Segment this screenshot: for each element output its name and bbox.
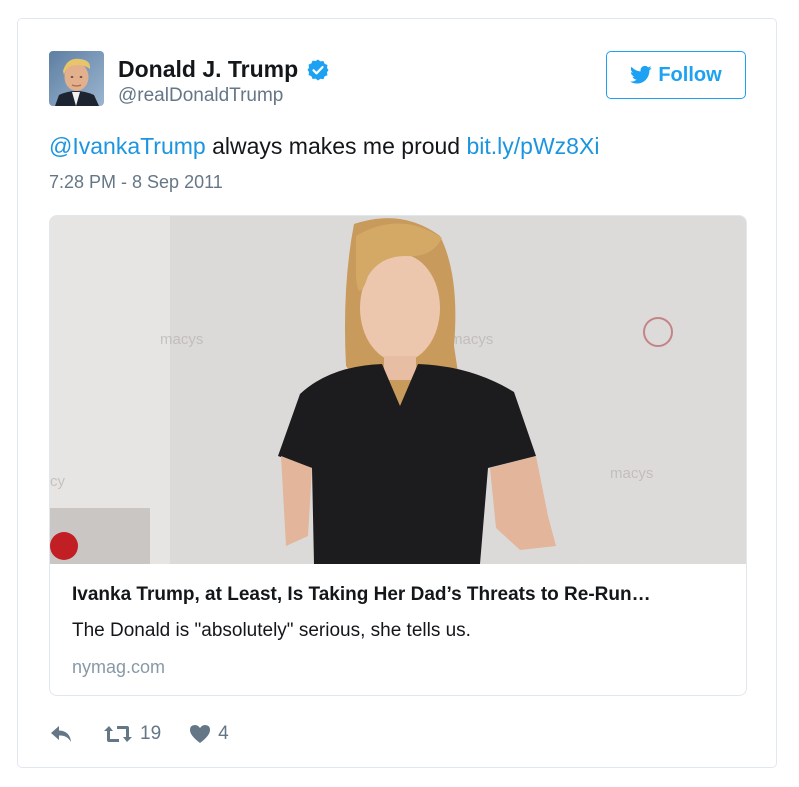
svg-text:macys: macys <box>160 331 203 348</box>
card-description: The Donald is "absolutely" serious, she … <box>72 620 471 641</box>
verified-badge-icon <box>307 59 329 80</box>
heart-icon <box>190 725 211 743</box>
tweet-actions: 19 4 <box>49 719 229 749</box>
like-count: 4 <box>218 723 229 744</box>
svg-text:macys: macys <box>610 465 653 482</box>
tweet-text: @IvankaTrump always makes me proud bit.l… <box>49 133 599 160</box>
retweet-button[interactable]: 19 <box>103 723 161 745</box>
avatar-image <box>49 51 104 106</box>
like-button[interactable]: 4 <box>189 723 229 745</box>
tweet-timestamp[interactable]: 7:28 PM - 8 Sep 2011 <box>49 172 223 193</box>
retweet-icon <box>104 726 132 742</box>
display-name[interactable]: Donald J. Trump <box>118 56 330 83</box>
user-handle[interactable]: @realDonaldTrump <box>118 85 283 107</box>
link-card[interactable]: macys macys macys cy Ivanka Trump, at Le… <box>49 215 747 696</box>
card-title[interactable]: Ivanka Trump, at Least, Is Taking Her Da… <box>72 584 732 606</box>
display-name-text: Donald J. Trump <box>118 56 299 82</box>
follow-button[interactable]: Follow <box>606 51 746 99</box>
reply-button[interactable] <box>49 724 73 744</box>
svg-text:cy: cy <box>50 473 66 490</box>
card-domain: nymag.com <box>72 657 166 677</box>
svg-text:macys: macys <box>450 331 493 348</box>
tweet-body: always makes me proud <box>205 133 467 159</box>
card-image[interactable]: macys macys macys cy <box>50 216 747 564</box>
mention-link[interactable]: @IvankaTrump <box>49 133 206 159</box>
short-link[interactable]: bit.ly/pWz8Xi <box>467 133 600 159</box>
embedded-tweet: Donald J. Trump @realDonaldTrump Follow … <box>17 18 777 768</box>
follow-label: Follow <box>658 63 722 86</box>
reply-icon <box>51 726 71 742</box>
twitter-bird-icon <box>630 65 652 84</box>
retweet-count: 19 <box>140 723 162 744</box>
avatar[interactable] <box>49 51 104 106</box>
